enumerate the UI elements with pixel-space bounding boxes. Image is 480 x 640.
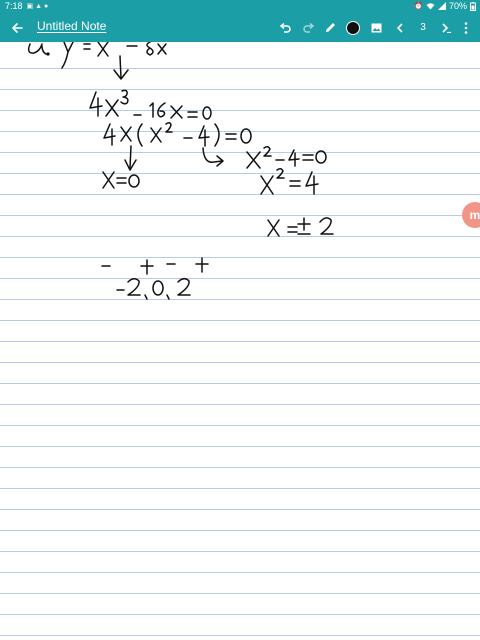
insert-image-button[interactable] [366,13,386,42]
wifi-icon [426,3,435,10]
next-page-icon [441,22,451,33]
redo-icon [303,22,315,33]
ink-x2-minus-4 [246,145,327,169]
signal-icon [437,2,446,10]
ink-x-equals-0 [102,171,140,189]
redo-button[interactable] [299,13,319,42]
ink-line-1 [27,42,167,69]
note-title[interactable]: Untitled Note [37,19,106,33]
fab-letter: m [469,208,480,222]
ink-arrow-down-2 [124,145,137,171]
chevron-left-icon [396,22,403,33]
battery-icon [470,1,476,11]
previous-page-button[interactable] [390,13,410,42]
ink-x-plus-minus-2 [267,217,334,237]
battery-percent: 70% [448,1,467,11]
handwriting-ink [27,42,334,300]
color-picker-button[interactable] [343,13,363,42]
more-options-button[interactable] [456,13,476,42]
alarm-icon: ⏰ [414,3,423,10]
next-page-button[interactable] [436,13,456,42]
pen-tool-button[interactable] [320,13,340,42]
ink-sign-chart [101,257,209,275]
page-number: 3 [420,22,426,33]
undo-icon [279,22,291,33]
ink-x2-equals-4 [260,167,319,195]
undo-button[interactable] [275,13,295,42]
note-canvas[interactable]: m [0,42,480,640]
notification-icon: ▣ ▲ ● [26,3,49,10]
ink-line-2 [89,89,212,120]
image-icon [371,23,381,32]
pen-icon [325,23,335,32]
color-swatch [346,20,360,35]
back-button[interactable] [6,13,28,42]
status-bar: 7:18 ▣ ▲ ● ⏰ 70% [0,0,480,13]
status-time: 7:18 [5,1,23,11]
ink-critical-points [116,278,191,300]
more-vert-icon [464,21,468,34]
ink-arrow-down-1 [113,55,129,80]
page-indicator: 3 [413,13,433,42]
ink-line-3 [103,121,252,147]
back-arrow-icon [12,22,23,33]
app-toolbar: Untitled Note 3 [0,13,480,42]
ink-arrow-curve [202,147,224,167]
